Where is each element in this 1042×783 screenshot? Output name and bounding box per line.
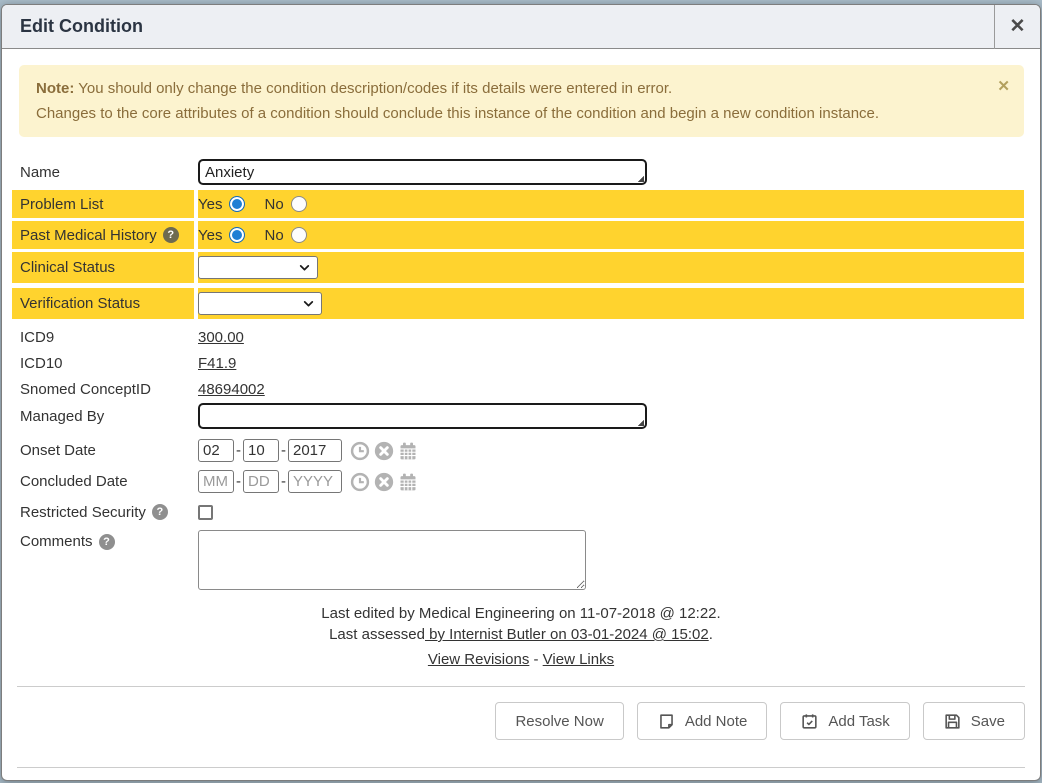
view-links-link[interactable]: View Links xyxy=(543,651,614,668)
note-icon xyxy=(657,712,676,731)
comments-textarea[interactable] xyxy=(198,530,586,590)
icd10-code-link[interactable]: F41.9 xyxy=(198,355,236,372)
history-block: Last edited by Medical Engineering on 11… xyxy=(2,603,1040,670)
concluded-day-input[interactable] xyxy=(243,470,279,493)
date-separator: - xyxy=(236,442,241,459)
problem-list-yes-label: Yes xyxy=(198,196,222,213)
last-assessed-text: Last assessed by Internist Butler on 03-… xyxy=(2,624,1040,645)
icd9-code-link[interactable]: 300.00 xyxy=(198,329,244,346)
save-button[interactable]: Save xyxy=(923,702,1025,740)
note-line-2: Changes to the core attributes of a cond… xyxy=(36,101,984,126)
view-revisions-link[interactable]: View Revisions xyxy=(428,651,529,668)
resolve-now-button[interactable]: Resolve Now xyxy=(495,702,623,740)
concluded-month-input[interactable] xyxy=(198,470,234,493)
link-separator: - xyxy=(529,651,542,668)
icd9-label: ICD9 xyxy=(12,325,194,349)
managed-by-input[interactable] xyxy=(198,403,647,429)
save-icon xyxy=(943,712,962,731)
action-button-bar: Resolve Now Add Note Add Task Save xyxy=(2,702,1025,740)
comments-label: Comments ? xyxy=(12,530,194,550)
add-note-button[interactable]: Add Note xyxy=(637,702,768,740)
problem-list-no-label: No xyxy=(264,196,283,213)
pmh-yes-label: Yes xyxy=(198,227,222,244)
last-assessed-link[interactable]: by Internist Butler on 03-01-2024 @ 15:0… xyxy=(425,626,709,643)
note-line-1: Note: You should only change the conditi… xyxy=(36,76,984,101)
note-prefix: Note: xyxy=(36,80,74,97)
restricted-security-label: Restricted Security ? xyxy=(12,500,194,524)
pmh-no-label: No xyxy=(264,227,283,244)
problem-list-label: Problem List xyxy=(12,190,194,218)
snomed-label: Snomed ConceptID xyxy=(12,377,194,401)
clear-date-icon[interactable] xyxy=(374,441,394,461)
verification-status-select[interactable] xyxy=(198,292,322,315)
last-edited-text: Last edited by Medical Engineering on 11… xyxy=(2,603,1040,624)
condition-form: Name Problem List Yes No Past xyxy=(12,159,1024,590)
verification-status-row: Verification Status xyxy=(12,288,1024,319)
edit-condition-dialog: Edit Condition ✕ Note: You should only c… xyxy=(1,4,1041,781)
managed-by-label: Managed By xyxy=(12,403,194,429)
snomed-row: Snomed ConceptID 48694002 xyxy=(12,377,1024,401)
clear-date-icon[interactable] xyxy=(374,472,394,492)
calendar-check-icon xyxy=(800,712,819,731)
problem-list-row: Problem List Yes No xyxy=(12,190,1024,218)
date-separator: - xyxy=(281,442,286,459)
concluded-date-label: Concluded Date xyxy=(12,468,194,495)
clinical-status-row: Clinical Status xyxy=(12,252,1024,283)
concluded-date-row: Concluded Date - - xyxy=(12,468,1024,495)
restricted-security-checkbox[interactable] xyxy=(198,505,213,520)
clock-icon[interactable] xyxy=(350,472,370,492)
restricted-security-row: Restricted Security ? xyxy=(12,500,1024,524)
dialog-close-button[interactable]: ✕ xyxy=(994,5,1040,49)
close-icon: ✕ xyxy=(1010,15,1026,38)
past-medical-history-row: Past Medical History ? Yes No xyxy=(12,221,1024,249)
problem-list-yes-radio[interactable] xyxy=(229,196,245,212)
managed-by-row: Managed By xyxy=(12,403,1024,429)
chevron-down-icon xyxy=(302,297,315,310)
onset-month-input[interactable] xyxy=(198,439,234,462)
dialog-header: Edit Condition ✕ xyxy=(2,5,1040,49)
footer-divider-bottom xyxy=(17,767,1025,768)
restricted-security-help-icon[interactable]: ? xyxy=(152,504,168,520)
pmh-no-radio[interactable] xyxy=(291,227,307,243)
clock-icon[interactable] xyxy=(350,441,370,461)
icd10-label: ICD10 xyxy=(12,351,194,375)
icd9-row: ICD9 300.00 xyxy=(12,325,1024,349)
name-row: Name xyxy=(12,159,1024,185)
verification-status-label: Verification Status xyxy=(12,288,194,319)
calendar-icon[interactable] xyxy=(398,441,418,461)
past-medical-history-help-icon[interactable]: ? xyxy=(163,227,179,243)
name-input[interactable] xyxy=(198,159,647,185)
add-task-button[interactable]: Add Task xyxy=(780,702,909,740)
comments-row: Comments ? xyxy=(12,530,1024,590)
date-separator: - xyxy=(281,473,286,490)
snomed-code-link[interactable]: 48694002 xyxy=(198,381,265,398)
icd10-row: ICD10 F41.9 xyxy=(12,351,1024,375)
dialog-title: Edit Condition xyxy=(2,16,994,37)
pmh-yes-radio[interactable] xyxy=(229,227,245,243)
note-banner: Note: You should only change the conditi… xyxy=(19,65,1024,137)
concluded-year-input[interactable] xyxy=(288,470,342,493)
past-medical-history-label: Past Medical History ? xyxy=(12,221,194,249)
calendar-icon[interactable] xyxy=(398,472,418,492)
comments-help-icon[interactable]: ? xyxy=(99,534,115,550)
onset-date-row: Onset Date - - xyxy=(12,437,1024,464)
name-label: Name xyxy=(12,159,194,185)
problem-list-no-radio[interactable] xyxy=(291,196,307,212)
note-dismiss-icon[interactable]: ✕ xyxy=(997,74,1010,99)
onset-year-input[interactable] xyxy=(288,439,342,462)
clinical-status-select[interactable] xyxy=(198,256,318,279)
date-separator: - xyxy=(236,473,241,490)
onset-day-input[interactable] xyxy=(243,439,279,462)
footer-divider-top xyxy=(17,686,1025,687)
chevron-down-icon xyxy=(298,261,311,274)
onset-date-label: Onset Date xyxy=(12,437,194,464)
clinical-status-label: Clinical Status xyxy=(12,252,194,283)
